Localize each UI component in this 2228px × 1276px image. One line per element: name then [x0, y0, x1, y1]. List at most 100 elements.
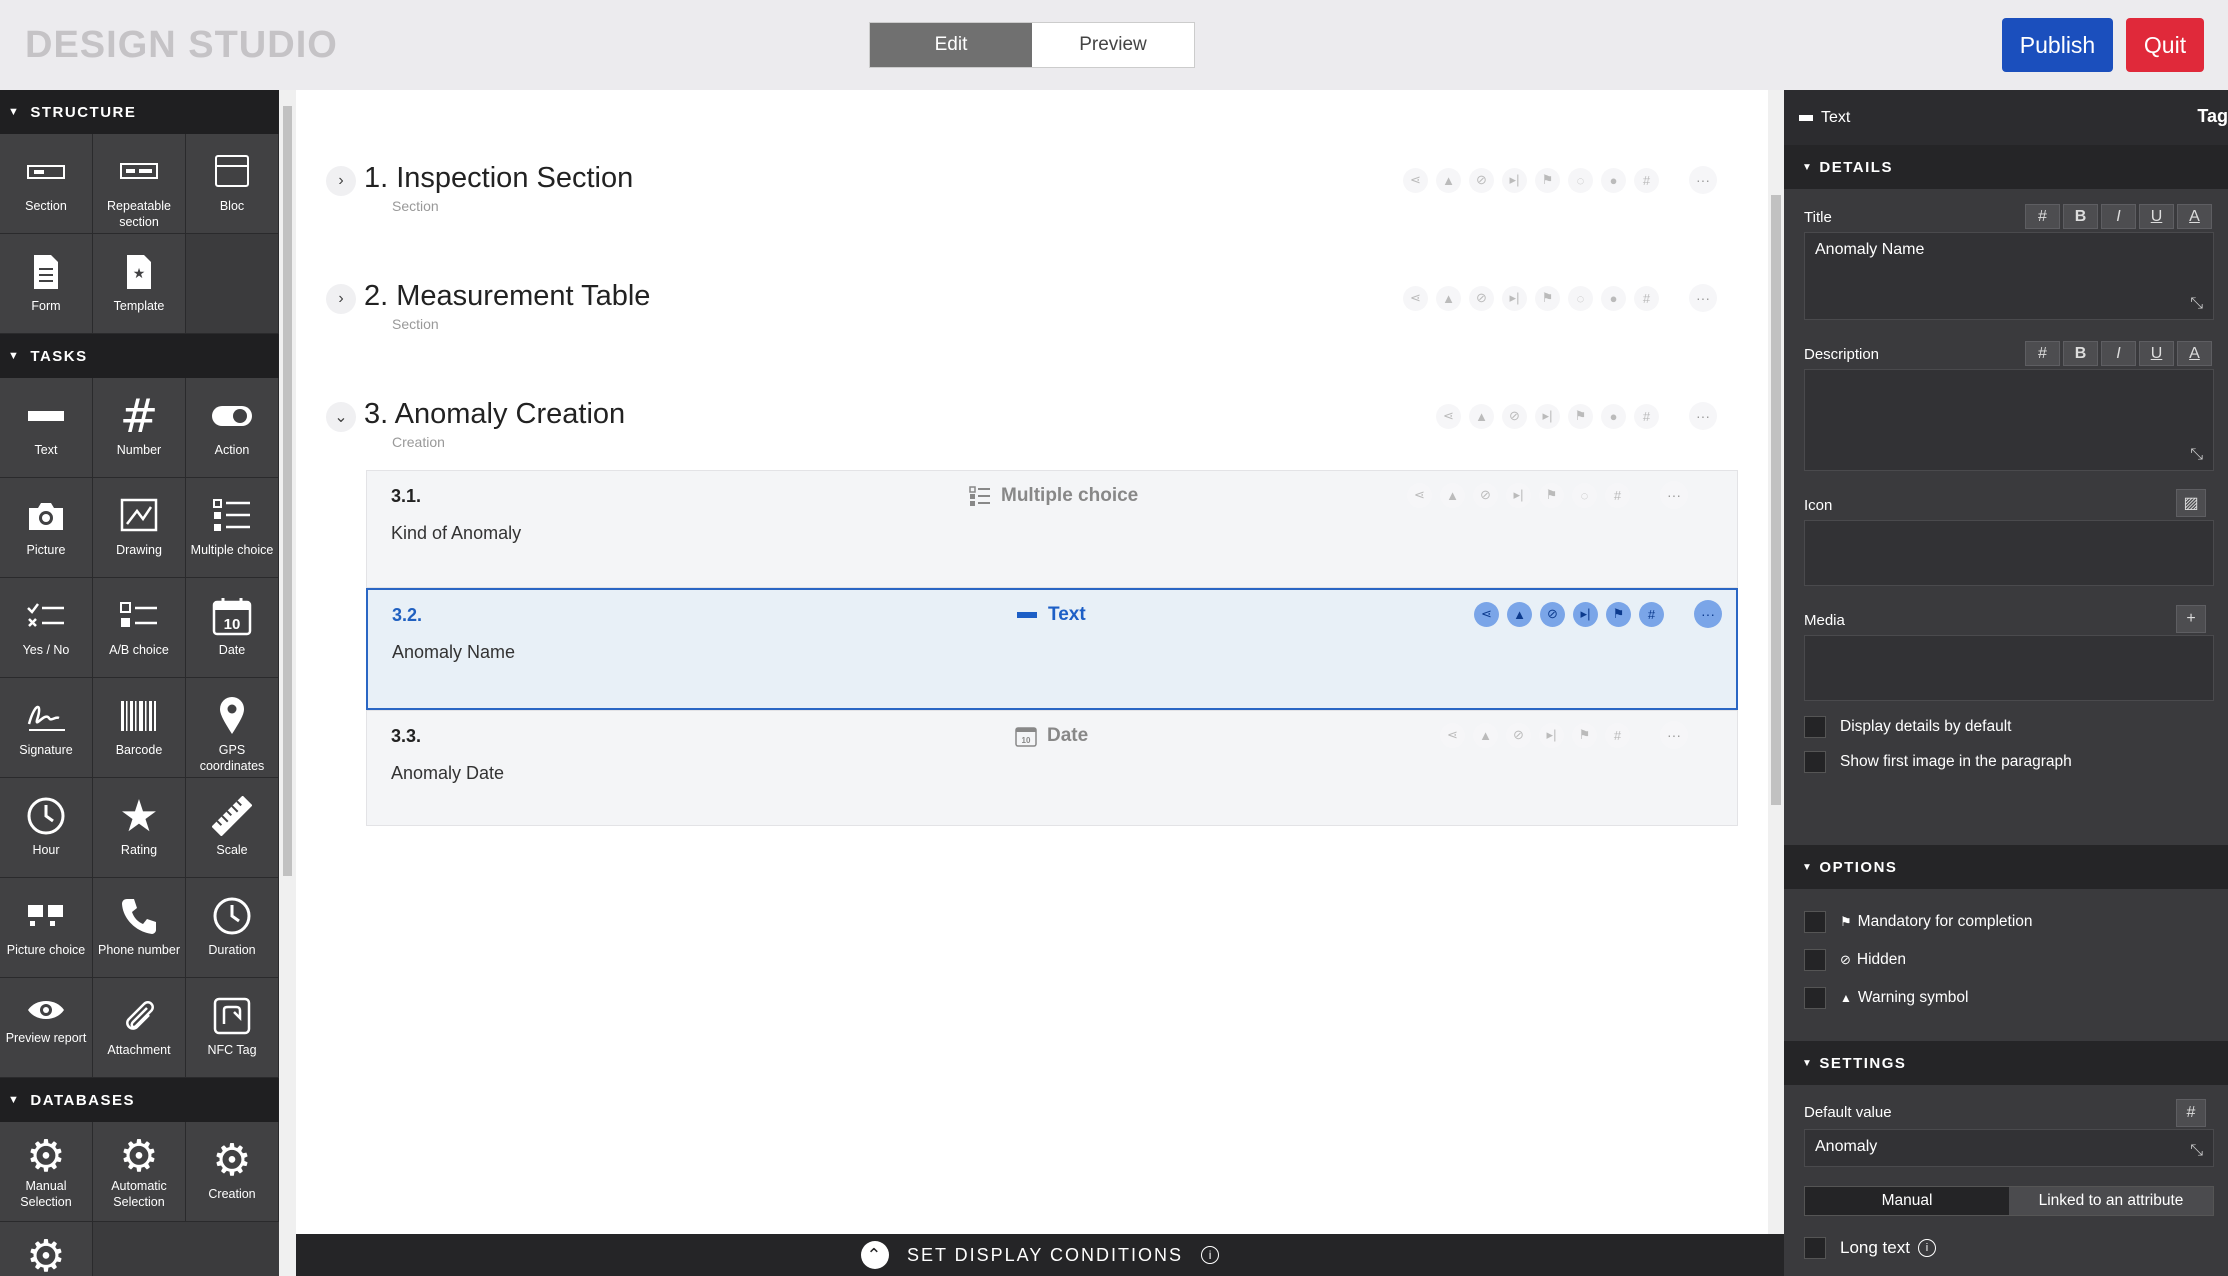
- hash-icon[interactable]: #: [1605, 722, 1630, 748]
- section-row[interactable]: › 2. Measurement Table Section ⋖ ▲ ⊘ ▸| …: [326, 272, 1746, 342]
- bold-button[interactable]: B: [2063, 204, 2098, 229]
- hidden-option[interactable]: ⊘ Hidden: [1804, 949, 1906, 971]
- hidden-icon[interactable]: ⊘: [1506, 722, 1531, 748]
- palette-item-date[interactable]: 10 Date: [186, 578, 279, 678]
- title-field[interactable]: Anomaly Name ⤡: [1804, 232, 2214, 320]
- skip-icon[interactable]: ▸|: [1539, 722, 1564, 748]
- skip-icon[interactable]: ▸|: [1502, 167, 1527, 193]
- expand-icon[interactable]: ⤡: [2190, 1142, 2203, 1160]
- palette-item-gps-coordinates[interactable]: GPS coordinates: [186, 678, 279, 778]
- share-icon[interactable]: ⋖: [1436, 403, 1461, 429]
- palette-item-phone-number[interactable]: Phone number: [93, 878, 186, 978]
- skip-icon[interactable]: ▸|: [1506, 482, 1531, 508]
- mandatory-checkbox[interactable]: [1804, 911, 1826, 933]
- structure-heading[interactable]: ▼ STRUCTURE: [0, 90, 279, 134]
- underline-button[interactable]: U: [2139, 204, 2174, 229]
- pin-icon[interactable]: ●: [1601, 403, 1626, 429]
- default-value-field[interactable]: Anomaly ⤡: [1804, 1129, 2214, 1167]
- chevron-right-icon[interactable]: ›: [326, 284, 356, 314]
- palette-item-picture[interactable]: Picture: [0, 478, 93, 578]
- share-icon[interactable]: ⋖: [1440, 722, 1465, 748]
- palette-item-repeatable-section[interactable]: Repeatable section: [93, 134, 186, 234]
- tasks-heading[interactable]: ▼ TASKS: [0, 334, 279, 378]
- hidden-icon[interactable]: ⊘: [1502, 403, 1527, 429]
- hidden-checkbox[interactable]: [1804, 949, 1826, 971]
- show-first-image-checkbox[interactable]: [1804, 751, 1826, 773]
- hidden-icon[interactable]: ⊘: [1473, 482, 1498, 508]
- settings-heading[interactable]: ▼ SETTINGS: [1784, 1041, 2228, 1085]
- more-icon[interactable]: ···: [1689, 166, 1717, 194]
- scrollbar-thumb[interactable]: [283, 106, 292, 876]
- display-conditions-bar[interactable]: ⌃ SET DISPLAY CONDITIONS i: [296, 1234, 1784, 1276]
- palette-item-manual-selection[interactable]: ⚙ Manual Selection: [0, 1122, 93, 1222]
- palette-item-form[interactable]: Form: [0, 234, 93, 334]
- scrollbar-thumb[interactable]: [1771, 195, 1781, 805]
- section-row[interactable]: › 1. Inspection Section Section ⋖ ▲ ⊘ ▸|…: [326, 154, 1746, 224]
- publish-button[interactable]: Publish: [2002, 18, 2113, 72]
- share-icon[interactable]: ⋖: [1403, 285, 1428, 311]
- question-card-selected[interactable]: 3.2. Text Anomaly Name ⋖ ▲ ⊘ ▸| ⚑ # ···: [366, 588, 1738, 710]
- pin-icon[interactable]: ●: [1601, 167, 1626, 193]
- palette-item-hour[interactable]: Hour: [0, 778, 93, 878]
- show-first-image-option[interactable]: Show first image in the paragraph: [1804, 751, 2072, 773]
- palette-item-drawing[interactable]: Drawing: [93, 478, 186, 578]
- palette-item-partial[interactable]: ⚙: [0, 1222, 93, 1276]
- palette-item-picture-choice[interactable]: Picture choice: [0, 878, 93, 978]
- hash-format-button[interactable]: #: [2025, 204, 2060, 229]
- details-heading[interactable]: ▼ DETAILS: [1784, 145, 2228, 189]
- long-text-checkbox[interactable]: [1804, 1237, 1826, 1259]
- hash-format-button[interactable]: #: [2176, 1099, 2206, 1127]
- share-icon[interactable]: ⋖: [1474, 601, 1499, 627]
- palette-item-multiple-choice[interactable]: Multiple choice: [186, 478, 279, 578]
- warning-option[interactable]: ▲ Warning symbol: [1804, 987, 1968, 1009]
- hash-icon[interactable]: #: [1605, 482, 1630, 508]
- chevron-up-icon[interactable]: ⌃: [860, 1241, 889, 1269]
- warning-icon[interactable]: ▲: [1469, 403, 1494, 429]
- palette-item-number[interactable]: # Number: [93, 378, 186, 478]
- display-details-option[interactable]: Display details by default: [1804, 716, 2011, 738]
- expand-icon[interactable]: ⤡: [2190, 295, 2203, 313]
- question-card[interactable]: 3.1. Multiple choice Kind of Anomaly ⋖ ▲…: [366, 470, 1738, 588]
- options-heading[interactable]: ▼ OPTIONS: [1784, 845, 2228, 889]
- chevron-right-icon[interactable]: ›: [326, 166, 356, 196]
- hash-icon[interactable]: #: [1634, 285, 1659, 311]
- hash-format-button[interactable]: #: [2025, 341, 2060, 366]
- palette-item-rating[interactable]: ★ Rating: [93, 778, 186, 878]
- more-icon[interactable]: ···: [1689, 402, 1717, 430]
- loading-icon[interactable]: ◌: [1568, 285, 1593, 311]
- warning-icon[interactable]: ▲: [1436, 167, 1461, 193]
- description-field[interactable]: ⤡: [1804, 369, 2214, 471]
- palette-item-automatic-selection[interactable]: ⚙ Automatic Selection: [93, 1122, 186, 1222]
- hash-icon[interactable]: #: [1634, 167, 1659, 193]
- expand-icon[interactable]: ⤡: [2190, 446, 2203, 464]
- add-media-button[interactable]: +: [2176, 605, 2206, 633]
- palette-item-section[interactable]: Section: [0, 134, 93, 234]
- section-row[interactable]: ⌄ 3. Anomaly Creation Creation ⋖ ▲ ⊘ ▸| …: [326, 390, 1746, 460]
- palette-item-nfc-tag[interactable]: NFC Tag: [186, 978, 279, 1078]
- palette-item-signature[interactable]: Signature: [0, 678, 93, 778]
- share-icon[interactable]: ⋖: [1403, 167, 1428, 193]
- hash-icon[interactable]: #: [1634, 403, 1659, 429]
- mandatory-option[interactable]: ⚑ Mandatory for completion: [1804, 911, 2033, 933]
- underline-button[interactable]: U: [2139, 341, 2174, 366]
- media-field[interactable]: [1804, 635, 2214, 701]
- pin-icon[interactable]: ●: [1601, 285, 1626, 311]
- hidden-icon[interactable]: ⊘: [1540, 601, 1565, 627]
- canvas-scrollbar[interactable]: [1768, 90, 1784, 1234]
- palette-item-duration[interactable]: Duration: [186, 878, 279, 978]
- skip-icon[interactable]: ▸|: [1535, 403, 1560, 429]
- flag-icon[interactable]: ⚑: [1535, 285, 1560, 311]
- loading-icon[interactable]: ◌: [1568, 167, 1593, 193]
- text-color-button[interactable]: A: [2177, 204, 2212, 229]
- palette-item-creation[interactable]: ⚙ Creation: [186, 1122, 279, 1222]
- warning-icon[interactable]: ▲: [1507, 601, 1532, 627]
- flag-icon[interactable]: ⚑: [1568, 403, 1593, 429]
- hidden-icon[interactable]: ⊘: [1469, 167, 1494, 193]
- tag-tab[interactable]: Tag: [2197, 106, 2228, 127]
- linked-attribute-option[interactable]: Linked to an attribute: [2009, 1187, 2213, 1215]
- palette-item-attachment[interactable]: Attachment: [93, 978, 186, 1078]
- more-icon[interactable]: ···: [1660, 481, 1688, 509]
- palette-item-text[interactable]: Text: [0, 378, 93, 478]
- palette-item-bloc[interactable]: Bloc: [186, 134, 279, 234]
- chevron-down-icon[interactable]: ⌄: [326, 402, 356, 432]
